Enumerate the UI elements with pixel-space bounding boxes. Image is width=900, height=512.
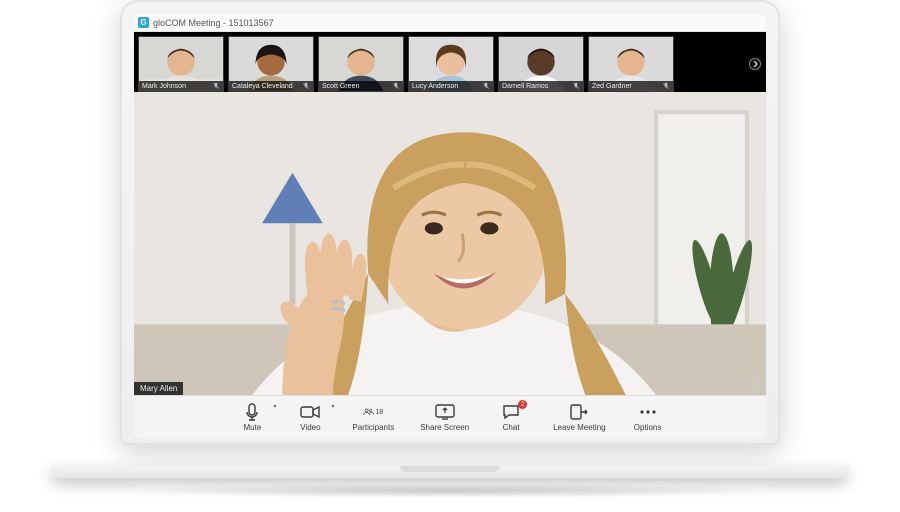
toolbar-label: Participants: [352, 423, 394, 432]
thumbnails-scroll-right-button[interactable]: [748, 36, 762, 92]
window-title: gloCOM Meeting - 151013567: [153, 18, 274, 28]
camera-icon: [300, 403, 320, 421]
more-icon: [638, 403, 658, 421]
chat-badge: 2: [518, 400, 527, 409]
participant-label: Scott Green: [319, 81, 403, 91]
leave-meeting-button[interactable]: Leave Meeting: [549, 401, 609, 434]
mic-muted-icon: [572, 82, 580, 90]
toolbar: ▾ Mute ▾ Video 18: [134, 395, 766, 439]
participant-thumbnail[interactable]: Lucy Anderson: [408, 36, 494, 92]
participant-thumbnail[interactable]: Mark Johnson: [138, 36, 224, 92]
active-speaker-label: Mary Allen: [134, 382, 183, 395]
participant-thumbnail[interactable]: Scott Green: [318, 36, 404, 92]
participant-label: Lucy Anderson: [409, 81, 493, 91]
app-window: G gloCOM Meeting - 151013567 Mark Johnso…: [134, 14, 766, 439]
participants-icon: 18: [363, 403, 383, 421]
toolbar-label: Share Screen: [420, 423, 469, 432]
laptop-bezel: G gloCOM Meeting - 151013567 Mark Johnso…: [120, 0, 780, 445]
share-screen-icon: [435, 403, 455, 421]
mic-muted-icon: [482, 82, 490, 90]
toolbar-label: Leave Meeting: [553, 423, 605, 432]
mute-button[interactable]: ▾ Mute: [232, 401, 272, 434]
chevron-down-icon: ▾: [273, 403, 276, 410]
participant-count: 18: [375, 409, 383, 416]
participants-button[interactable]: 18 Participants: [348, 401, 398, 434]
toolbar-label: Chat: [503, 423, 520, 432]
options-button[interactable]: Options: [628, 401, 668, 434]
participant-thumbnail[interactable]: Zed Gardner: [588, 36, 674, 92]
mic-muted-icon: [302, 82, 310, 90]
toolbar-label: Options: [634, 423, 662, 432]
video-button[interactable]: ▾ Video: [290, 401, 330, 434]
video-area: Mark Johnson Cataleya Cleveland: [134, 32, 766, 395]
toolbar-label: Mute: [243, 423, 261, 432]
grid-icon: [746, 378, 760, 390]
thumbnail-strip: Mark Johnson Cataleya Cleveland: [134, 32, 766, 92]
mic-icon: [242, 403, 262, 421]
chevron-down-icon: ▾: [331, 403, 334, 410]
grid-view-button[interactable]: [744, 377, 762, 391]
mic-muted-icon: [662, 82, 670, 90]
participant-label: Zed Gardner: [589, 81, 673, 91]
laptop-shell: G gloCOM Meeting - 151013567 Mark Johnso…: [120, 0, 780, 480]
participant-thumbnail[interactable]: Cataleya Cleveland: [228, 36, 314, 92]
chat-button[interactable]: 2 Chat: [491, 401, 531, 434]
active-speaker-video[interactable]: Mary Allen: [134, 92, 766, 395]
participant-label: Mark Johnson: [139, 81, 223, 91]
titlebar: G gloCOM Meeting - 151013567: [134, 14, 766, 32]
mic-muted-icon: [392, 82, 400, 90]
share-screen-button[interactable]: Share Screen: [416, 401, 473, 434]
toolbar-label: Video: [300, 423, 320, 432]
mic-muted-icon: [212, 82, 220, 90]
laptop-base: [50, 466, 850, 500]
participant-label: Darnell Ramos: [499, 81, 583, 91]
participant-thumbnail[interactable]: Darnell Ramos: [498, 36, 584, 92]
chevron-right-icon: [749, 58, 761, 70]
participant-label: Cataleya Cleveland: [229, 81, 313, 91]
app-logo-icon: G: [138, 17, 149, 28]
leave-icon: [569, 403, 589, 421]
